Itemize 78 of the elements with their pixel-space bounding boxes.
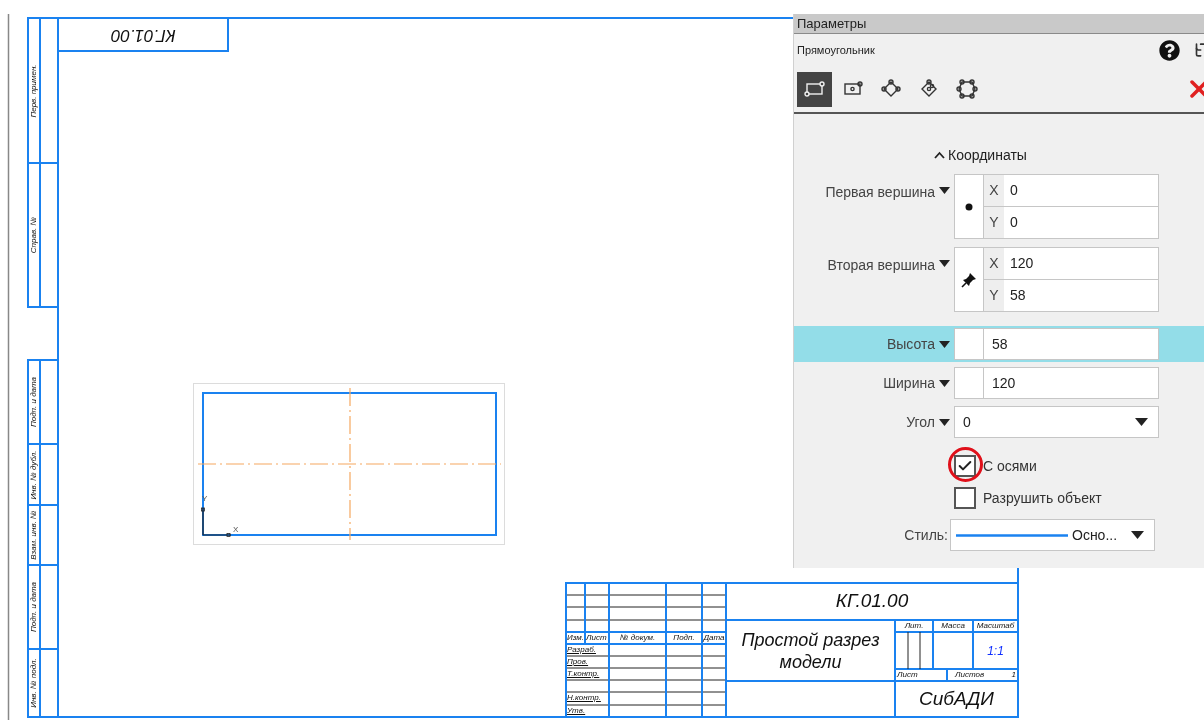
style-label: Стиль: (903, 525, 949, 545)
lit-label: Лит. (904, 622, 924, 630)
role-label: Разраб. (567, 646, 596, 654)
role-label: Утв. (567, 707, 586, 715)
pin-icon (960, 270, 978, 289)
side-stamp-label: Подп. и дата (30, 376, 38, 428)
role-label: Пров. (567, 658, 589, 666)
mass-label: Масса (941, 622, 965, 630)
dot-icon (965, 202, 973, 211)
field-value: 120 (991, 373, 1016, 393)
coordinate-value: 58 (1009, 286, 1026, 305)
style-value: Осно... (1072, 525, 1118, 545)
section-toggle[interactable]: Координаты (934, 144, 1027, 166)
dropdown-arrow-icon[interactable] (939, 187, 950, 194)
polygon-vertices-icon (955, 78, 978, 100)
coordinate-field[interactable]: Y 0 (984, 207, 1158, 238)
checkbox[interactable] (954, 487, 976, 509)
sheets-count: 1 (1011, 671, 1016, 679)
axis-label: Y (984, 280, 1004, 311)
axis-label: X (233, 526, 239, 534)
help-icon[interactable] (1159, 39, 1180, 61)
style-dropdown[interactable]: Осно... (950, 519, 1155, 551)
checkbox-label: С осями (983, 456, 1037, 476)
side-stamp-label: Инв. № подл. (30, 658, 38, 708)
side-stamp-label: Взам. инв. № (30, 510, 38, 560)
side-stamp-label: Инв. № дубл. (30, 449, 38, 500)
scale-label: Масштаб (976, 622, 1015, 630)
number-field[interactable]: 120 (954, 367, 1159, 399)
drawing-title: Простой разрез модели (740, 628, 881, 673)
column-header: Дата (703, 634, 725, 642)
side-stamp-label: Перв. примен. (30, 63, 38, 118)
field-label: Ширина (883, 373, 935, 393)
sheets-label: Листов (955, 671, 985, 679)
axis-label: Y (202, 495, 208, 503)
column-header: Изм. (567, 634, 585, 642)
coordinate-field[interactable]: X 120 (984, 248, 1158, 280)
number-field[interactable]: 58 (954, 328, 1159, 360)
line-style-icon (956, 533, 1068, 537)
role-label: Н.контр. (567, 694, 601, 702)
dropdown-arrow-icon[interactable] (939, 340, 950, 348)
chevron-up-icon (934, 151, 945, 159)
panel-title: Параметры (797, 14, 867, 33)
scale-value: 1:1 (987, 642, 1004, 660)
rotated-designation: КГ.01.00 (110, 24, 176, 47)
field-value: 0 (963, 412, 971, 432)
role-label: Т.контр. (567, 670, 600, 678)
field-label: Угол (906, 412, 935, 432)
dropdown-arrow-icon[interactable] (939, 260, 950, 267)
coordinate-value: 0 (1009, 181, 1018, 200)
side-stamp-label: Подп. и дата (30, 581, 38, 633)
coordinate-field[interactable]: Y 58 (984, 280, 1158, 311)
designation: КГ.01.00 (835, 589, 909, 614)
checkbox[interactable] (954, 455, 976, 477)
coordinate-value: 0 (1009, 213, 1018, 232)
dropdown-arrow-icon[interactable] (939, 379, 950, 387)
checkbox-label: Разрушить объект (983, 488, 1102, 508)
coordinate-value: 120 (1009, 254, 1034, 273)
dropdown-arrow-icon (1135, 418, 1148, 426)
point-label: Вторая вершина (827, 256, 935, 275)
point-label: Первая вершина (825, 183, 935, 202)
organization: СибАДИ (919, 686, 994, 711)
sheet-label: Лист (897, 671, 918, 679)
axis-label: X (984, 248, 1004, 279)
field-value: 58 (991, 334, 1008, 354)
rectangle-corners-icon (803, 78, 826, 100)
column-header: Подп. (673, 634, 695, 642)
axis-label: X (984, 175, 1004, 206)
axis-label: Y (984, 207, 1004, 238)
mode-button[interactable] (797, 71, 832, 107)
dropdown-arrow-icon[interactable] (939, 418, 950, 426)
column-header: Лист (586, 634, 607, 642)
command-name: Прямоугольник (797, 42, 875, 58)
coordinate-field[interactable]: X 0 (984, 175, 1158, 207)
column-header: № докум. (619, 634, 656, 642)
field-label: Высота (886, 334, 935, 354)
dropdown-field[interactable]: 0 (954, 406, 1159, 438)
dropdown-arrow-icon (1131, 531, 1144, 539)
side-stamp-label: Справ. № (30, 216, 38, 254)
